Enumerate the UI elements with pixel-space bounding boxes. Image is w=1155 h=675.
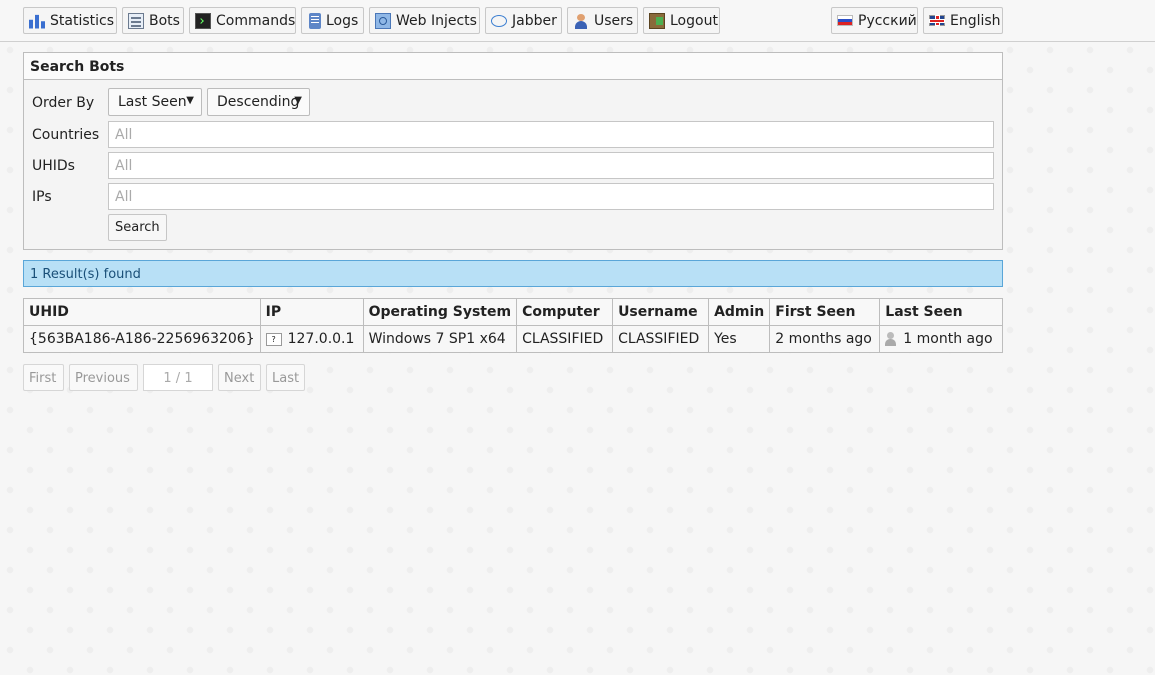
top-navigation-bar: Statistics Bots Commands Logs Web Inject… [0,0,1155,42]
cell-admin: Yes [708,325,771,353]
order-by-value: Last Seen [118,94,187,110]
cell-computer: CLASSIFIED [516,325,614,353]
cell-first-seen: 2 months ago [769,325,881,353]
pager-last-button[interactable]: Last [266,364,305,391]
logout-door-icon [649,12,665,29]
column-header-first-seen[interactable]: First Seen [769,298,881,326]
pager-next-button[interactable]: Next [218,364,261,391]
cell-last-seen-value: 1 month ago [903,331,993,347]
nav-web-injects-button[interactable]: Web Injects [369,7,480,34]
cell-last-seen: 1 month ago [879,325,1003,353]
cell-username: CLASSIFIED [612,325,710,353]
column-header-username[interactable]: Username [612,298,710,326]
column-header-ip[interactable]: IP [259,298,364,326]
nav-jabber-label: Jabber [512,12,557,29]
sort-direction-select[interactable]: Descending ▼ [207,88,310,116]
nav-bots-label: Bots [149,12,180,29]
column-header-admin[interactable]: Admin [708,298,771,326]
countries-label: Countries [32,127,100,143]
countries-input[interactable] [108,121,994,148]
uk-flag-icon [929,15,945,26]
user-icon [573,13,589,29]
nav-commands-label: Commands [216,12,296,29]
nav-users-label: Users [594,12,634,29]
search-button[interactable]: Search [108,214,167,241]
uhids-label: UHIDs [32,158,75,174]
offline-user-icon [885,332,897,346]
table-header-row: UHID IP Operating System Computer Userna… [23,298,1003,326]
nav-logout-button[interactable]: Logout [643,7,720,34]
bar-chart-icon [29,14,45,29]
search-bots-title: Search Bots [24,53,1002,80]
nav-commands-button[interactable]: Commands [189,7,296,34]
bots-table: UHID IP Operating System Computer Userna… [23,298,1003,353]
sort-direction-value: Descending [217,94,300,110]
language-russian-label: Русский [858,12,917,29]
language-english-label: English [950,12,1001,29]
speech-bubble-icon [491,15,507,27]
column-header-last-seen[interactable]: Last Seen [879,298,1003,326]
uhids-input[interactable] [108,152,994,179]
nav-logs-button[interactable]: Logs [301,7,364,34]
nav-statistics-button[interactable]: Statistics [23,7,117,34]
nav-web-injects-label: Web Injects [396,12,477,29]
search-bots-panel: Search Bots Order By Last Seen ▼ Descend… [23,52,1003,250]
table-row[interactable]: {563BA186-A186-2256963206} ? 127.0.0.1 Wi… [23,325,1003,353]
dropdown-arrow-icon: ▼ [186,95,194,106]
nav-logs-label: Logs [326,12,359,29]
ips-label: IPs [32,189,52,205]
nav-logout-label: Logout [670,12,718,29]
language-russian-button[interactable]: Русский [831,7,918,34]
terminal-icon [195,12,211,29]
order-by-select[interactable]: Last Seen ▼ [108,88,202,116]
russia-flag-icon [837,15,853,26]
pager-previous-button[interactable]: Previous [69,364,138,391]
notebook-icon [309,12,321,29]
order-by-label: Order By [32,95,95,111]
column-header-uhid[interactable]: UHID [23,298,261,326]
cell-uhid[interactable]: {563BA186-A186-2256963206} [23,325,261,353]
language-english-button[interactable]: English [923,7,1003,34]
dropdown-arrow-icon: ▼ [294,95,302,106]
nav-statistics-label: Statistics [50,12,114,29]
list-icon [128,12,144,29]
column-header-os[interactable]: Operating System [362,298,518,326]
cell-ip-value: 127.0.0.1 [287,331,355,347]
ips-input[interactable] [108,183,994,210]
pager-first-button[interactable]: First [23,364,64,391]
pager-page-input[interactable]: 1 / 1 [143,364,213,391]
nav-jabber-button[interactable]: Jabber [485,7,562,34]
cell-ip: ? 127.0.0.1 [259,325,364,353]
nav-users-button[interactable]: Users [567,7,638,34]
web-inject-icon [375,12,391,29]
nav-bots-button[interactable]: Bots [122,7,184,34]
results-count-banner: 1 Result(s) found [23,260,1003,287]
cell-os: Windows 7 SP1 x64 [362,325,518,353]
unknown-country-flag-icon: ? [265,332,282,346]
column-header-computer[interactable]: Computer [516,298,614,326]
